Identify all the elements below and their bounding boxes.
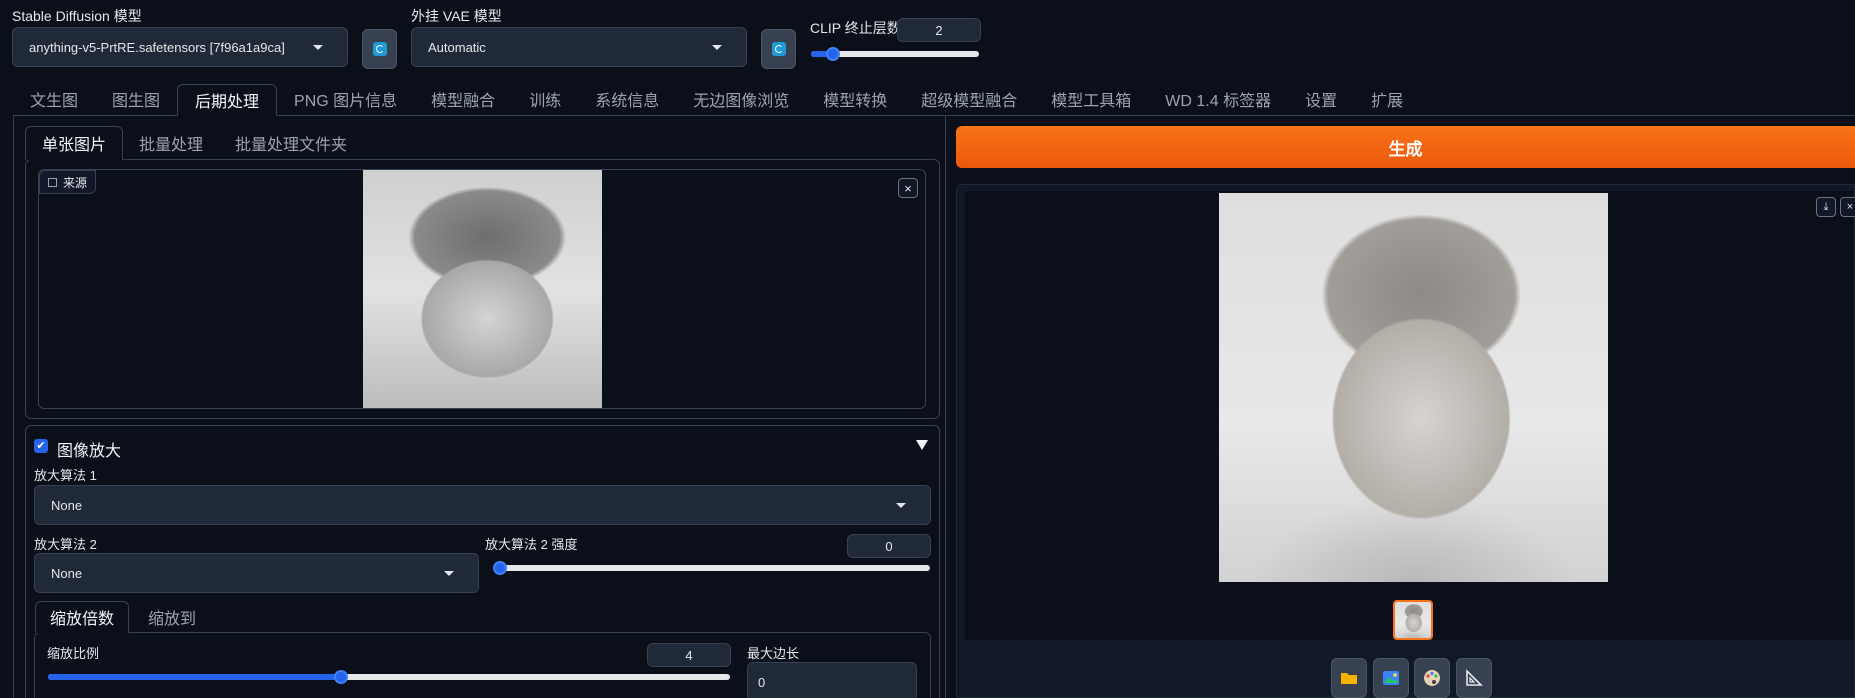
chevron-down-icon <box>712 45 722 50</box>
upscaler2-strength-slider[interactable] <box>493 561 930 575</box>
collapse-triangle-icon[interactable] <box>916 440 928 450</box>
upscale-title: 图像放大 <box>57 443 122 460</box>
clip-skip-slider[interactable] <box>811 47 979 61</box>
tab-txt2img[interactable]: 文生图 <box>13 83 95 115</box>
gallery-thumbnail[interactable] <box>1393 600 1433 640</box>
upscale-checkbox[interactable]: ✔ <box>34 439 48 453</box>
tab-scale-by[interactable]: 缩放倍数 <box>35 601 130 633</box>
send-to-extras-button[interactable] <box>1456 658 1492 698</box>
close-preview-button[interactable]: × <box>1840 197 1855 217</box>
upscaler2-strength-input[interactable]: 0 <box>847 534 931 558</box>
max-side-input[interactable]: 0 <box>747 662 917 698</box>
output-gallery: ⤓ × <box>956 184 1855 698</box>
slider-thumb[interactable] <box>493 561 507 575</box>
image-icon <box>1383 671 1399 685</box>
clear-image-button[interactable]: × <box>898 178 918 198</box>
download-icon: ⤓ <box>1823 200 1829 213</box>
tab-scale-to[interactable]: 缩放到 <box>134 601 210 633</box>
tab-train[interactable]: 训练 <box>512 83 578 115</box>
chevron-down-icon <box>896 503 906 508</box>
tab-extras[interactable]: 后期处理 <box>177 84 278 116</box>
tab-extensions[interactable]: 扩展 <box>1354 83 1420 115</box>
tab-model-converter[interactable]: 模型转换 <box>806 83 904 115</box>
source-label-text: 来源 <box>63 175 88 190</box>
upscaler1-dropdown[interactable]: None <box>34 485 931 525</box>
send-to-img2img-button[interactable] <box>1373 658 1409 698</box>
send-to-inpaint-button[interactable] <box>1414 658 1450 698</box>
tab-png-info[interactable]: PNG 图片信息 <box>277 83 414 115</box>
source-photo <box>363 170 602 408</box>
subtab-batch-process[interactable]: 批量处理 <box>123 126 219 160</box>
clip-skip-label: CLIP 终止层数 <box>810 20 901 36</box>
max-side-label: 最大边长 <box>747 646 800 661</box>
folder-icon <box>1341 673 1357 684</box>
image-icon <box>48 177 57 187</box>
tab-model-toolkit[interactable]: 模型工具箱 <box>1034 83 1148 115</box>
clip-skip-input[interactable]: 2 <box>897 18 981 42</box>
main-tab-bar: 文生图 图生图 后期处理 PNG 图片信息 模型融合 训练 系统信息 无边图像浏… <box>13 84 1855 116</box>
palette-icon <box>1424 670 1440 686</box>
extras-subtabs: 单张图片 批量处理 批量处理文件夹 <box>25 126 363 160</box>
output-photo[interactable] <box>1219 193 1608 582</box>
upscaler2-label: 放大算法 2 <box>34 537 97 552</box>
tab-img2img[interactable]: 图生图 <box>95 83 177 115</box>
refresh-sd-model-button[interactable] <box>362 29 397 69</box>
sd-model-dropdown[interactable]: anything-v5-PrtRE.safetensors [7f96a1a9c… <box>12 27 348 67</box>
open-folder-button[interactable] <box>1331 658 1367 698</box>
tab-supermerger[interactable]: 超级模型融合 <box>904 83 1034 115</box>
tab-image-browser[interactable]: 无边图像浏览 <box>676 83 806 115</box>
slider-thumb[interactable] <box>826 47 840 61</box>
chevron-down-icon <box>313 45 323 50</box>
sd-model-label: Stable Diffusion 模型 <box>12 8 142 24</box>
source-image-label: 来源 <box>39 170 97 194</box>
upscaler2-strength-label: 放大算法 2 强度 <box>485 537 578 552</box>
thumbnail-photo <box>1395 602 1431 638</box>
gallery-preview-area: ⤓ × <box>965 191 1855 640</box>
slider-fill <box>48 674 341 680</box>
scale-input[interactable]: 4 <box>647 643 731 667</box>
subtab-batch-folder[interactable]: 批量处理文件夹 <box>219 126 363 160</box>
slider-thumb[interactable] <box>334 670 348 684</box>
refresh-icon <box>372 42 387 56</box>
refresh-vae-button[interactable] <box>761 29 796 69</box>
sd-model-value: anything-v5-PrtRE.safetensors [7f96a1a9c… <box>29 39 285 55</box>
upscaler2-value: None <box>51 565 83 581</box>
refresh-icon <box>771 42 786 56</box>
generate-button[interactable]: 生成 <box>956 126 1855 168</box>
scale-slider[interactable] <box>48 670 730 684</box>
vae-label: 外挂 VAE 模型 <box>411 8 502 24</box>
upscaler2-dropdown[interactable]: None <box>34 553 479 593</box>
subtab-single-image[interactable]: 单张图片 <box>25 126 124 160</box>
vae-dropdown[interactable]: Automatic <box>411 27 747 67</box>
tab-checkpoint-merger[interactable]: 模型融合 <box>414 83 512 115</box>
download-button[interactable]: ⤓ <box>1816 197 1836 217</box>
close-icon: × <box>904 180 912 196</box>
ruler-icon <box>1466 669 1483 686</box>
close-icon: × <box>1846 200 1854 213</box>
vae-value: Automatic <box>428 39 486 55</box>
tab-system-info[interactable]: 系统信息 <box>578 83 676 115</box>
tab-wd14-tagger[interactable]: WD 1.4 标签器 <box>1148 83 1288 115</box>
scale-label: 缩放比例 <box>47 646 100 661</box>
source-image-upload[interactable]: 来源 × <box>38 169 926 409</box>
upscaler1-label: 放大算法 1 <box>34 468 97 483</box>
tab-settings[interactable]: 设置 <box>1288 83 1354 115</box>
upscaler1-value: None <box>51 497 83 513</box>
chevron-down-icon <box>444 571 454 576</box>
